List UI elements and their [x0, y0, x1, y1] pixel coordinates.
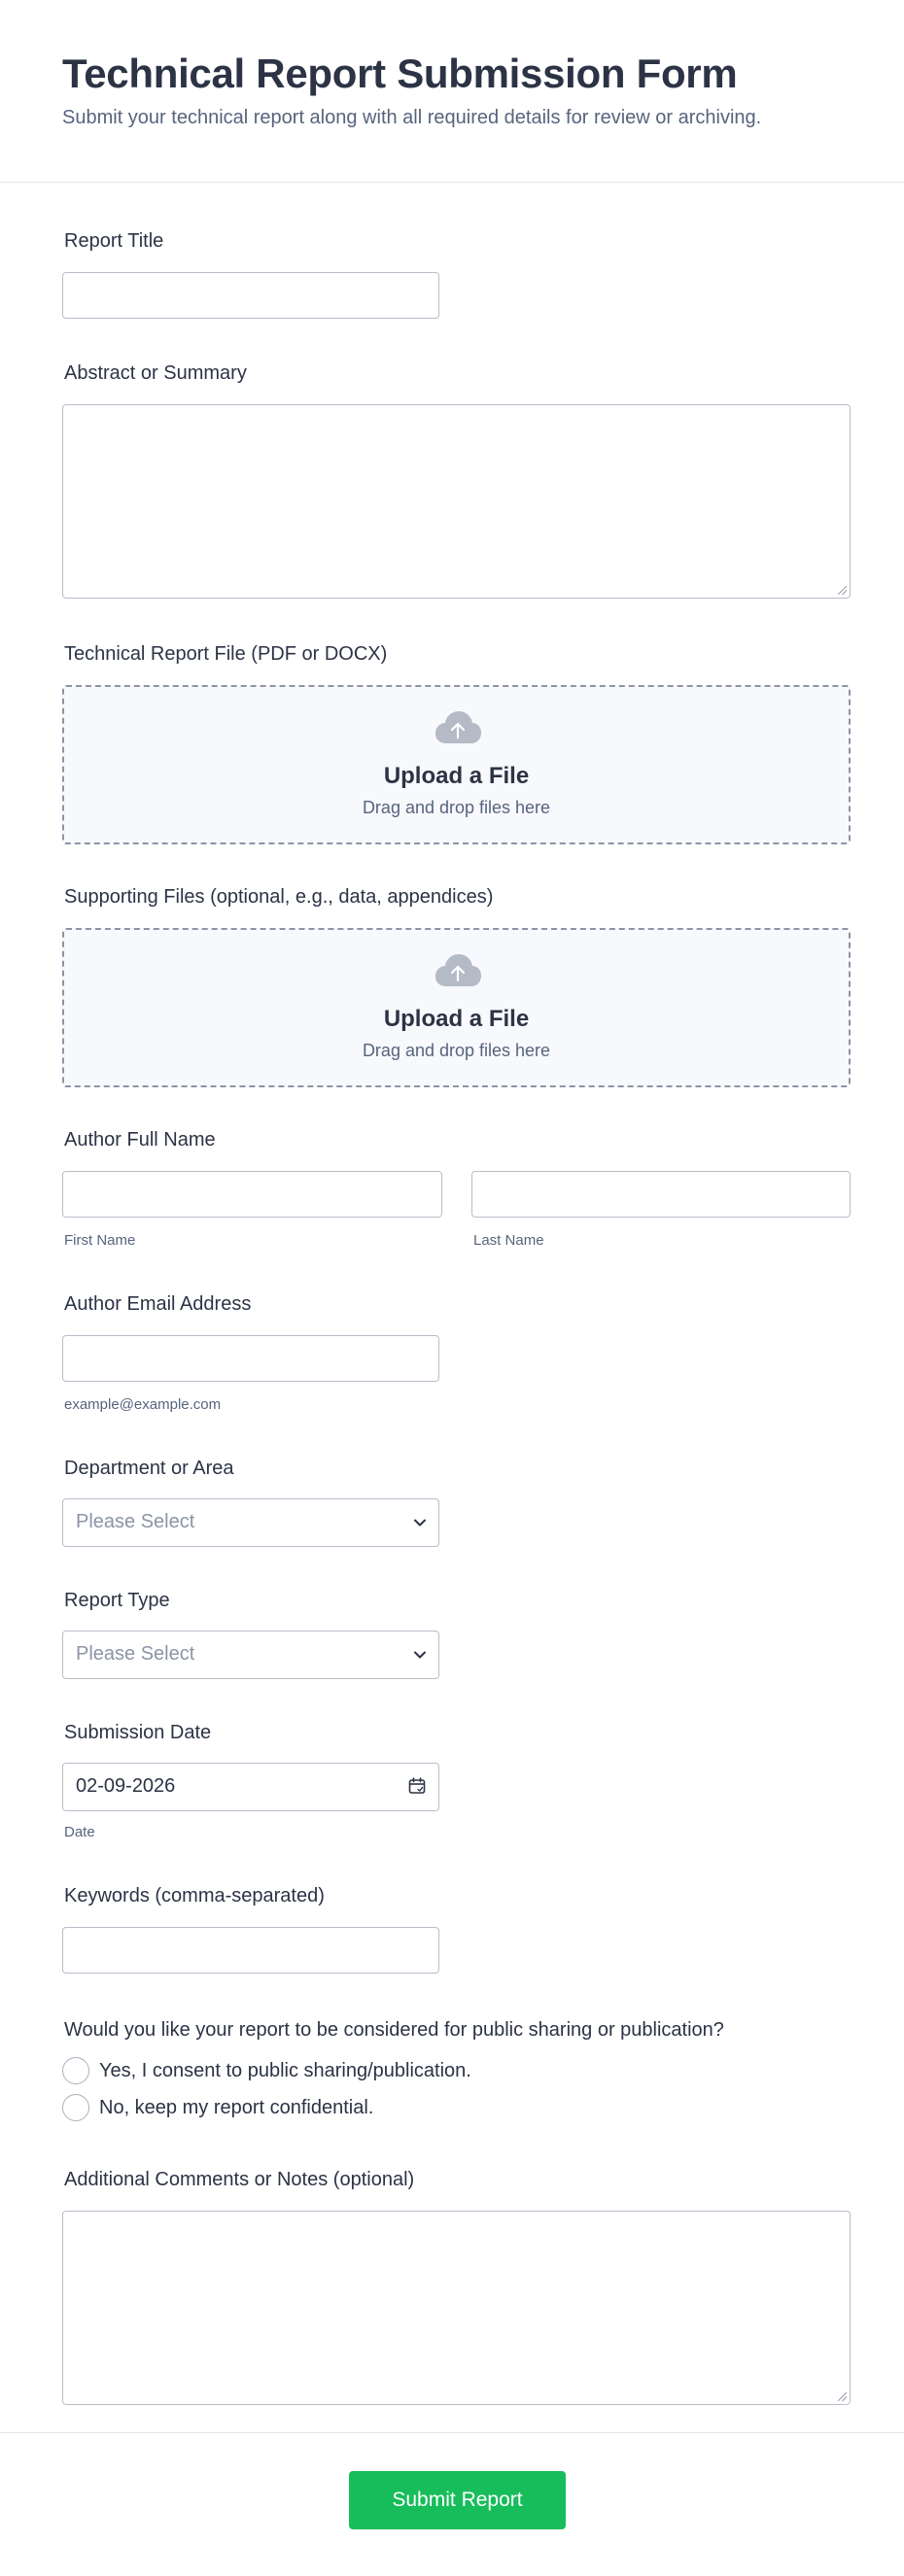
upload-hint: Drag and drop files here	[362, 798, 551, 817]
calendar-icon[interactable]	[407, 1776, 427, 1796]
keywords-input[interactable]	[62, 1927, 439, 1974]
comments-label: Additional Comments or Notes (optional)	[64, 2169, 415, 2190]
report-type-label: Report Type	[64, 1590, 170, 1611]
submission-date-input[interactable]: 02-09-2026	[62, 1763, 439, 1811]
last-name-input[interactable]	[471, 1171, 851, 1218]
upload-title: Upload a File	[383, 1006, 530, 1032]
abstract-label: Abstract or Summary	[64, 362, 247, 384]
resize-handle-icon[interactable]	[838, 586, 847, 595]
form-title: Technical Report Submission Form	[62, 51, 738, 96]
report-type-select-value: Please Select	[76, 1643, 195, 1665]
public-sharing-question: Would you like your report to be conside…	[64, 2019, 724, 2041]
submission-date-value: 02-09-2026	[76, 1775, 176, 1797]
report-title-label: Report Title	[64, 230, 164, 252]
radio-label: Yes, I consent to public sharing/publica…	[99, 2060, 471, 2081]
radio-label: No, keep my report confidential.	[99, 2097, 374, 2118]
supporting-files-dropzone[interactable]: Upload a File Drag and drop files here	[62, 928, 851, 1087]
department-select[interactable]: Please Select	[62, 1498, 439, 1547]
department-select-value: Please Select	[76, 1511, 195, 1532]
report-type-select[interactable]: Please Select	[62, 1631, 439, 1679]
upload-title: Upload a File	[383, 763, 530, 789]
cloud-upload-icon	[435, 711, 481, 743]
form-header: Technical Report Submission Form Submit …	[0, 0, 904, 183]
chevron-down-icon	[414, 1651, 426, 1659]
first-name-input[interactable]	[62, 1171, 442, 1218]
form-subtitle: Submit your technical report along with …	[62, 107, 762, 128]
comments-textarea[interactable]	[62, 2211, 851, 2405]
report-file-label: Technical Report File (PDF or DOCX)	[64, 643, 388, 665]
keywords-label: Keywords (comma-separated)	[64, 1885, 325, 1906]
upload-hint: Drag and drop files here	[362, 1041, 551, 1060]
email-sublabel: example@example.com	[64, 1396, 222, 1413]
date-sublabel: Date	[64, 1824, 95, 1840]
department-label: Department or Area	[64, 1458, 234, 1479]
radio-button[interactable]	[62, 2094, 89, 2121]
form-footer: Submit Report	[0, 2432, 904, 2576]
submit-report-button[interactable]: Submit Report	[349, 2471, 566, 2529]
cloud-upload-icon	[435, 954, 481, 986]
abstract-textarea[interactable]	[62, 404, 851, 599]
author-email-input[interactable]	[62, 1335, 439, 1382]
resize-handle-icon[interactable]	[838, 2392, 847, 2401]
radio-button[interactable]	[62, 2057, 89, 2084]
submission-date-label: Submission Date	[64, 1722, 212, 1743]
report-file-dropzone[interactable]: Upload a File Drag and drop files here	[62, 685, 851, 844]
chevron-down-icon	[414, 1519, 426, 1527]
supporting-files-label: Supporting Files (optional, e.g., data, …	[64, 886, 494, 908]
author-email-label: Author Email Address	[64, 1293, 252, 1315]
report-title-input[interactable]	[62, 272, 439, 319]
author-name-label: Author Full Name	[64, 1129, 216, 1151]
first-name-sublabel: First Name	[64, 1232, 136, 1249]
last-name-sublabel: Last Name	[473, 1232, 544, 1249]
